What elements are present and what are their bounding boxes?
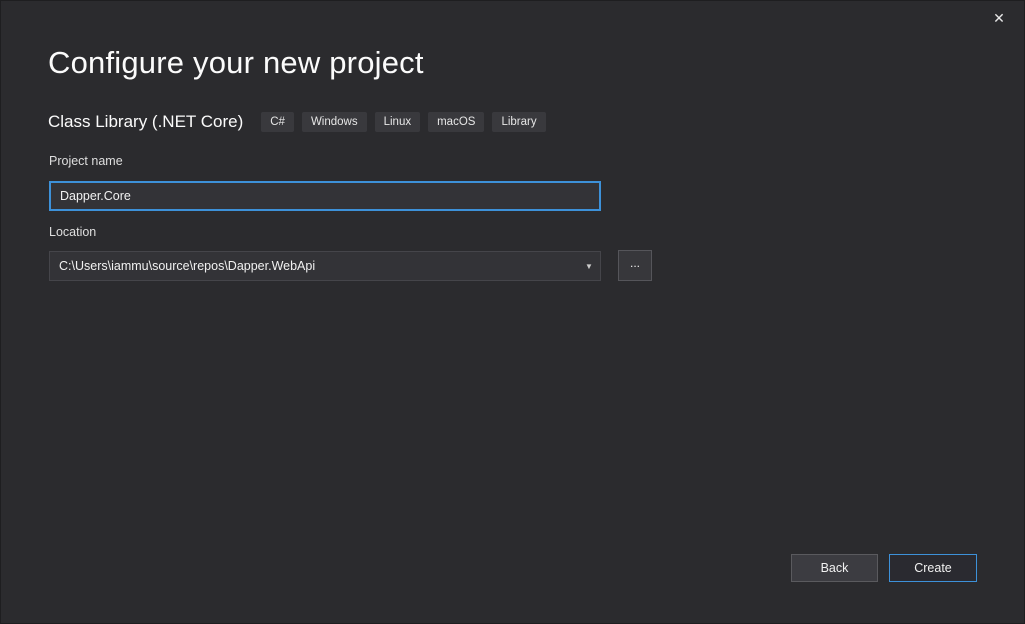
- project-type-name: Class Library (.NET Core): [48, 112, 243, 132]
- back-button[interactable]: Back: [791, 554, 878, 582]
- location-combobox[interactable]: C:\Users\iammu\source\repos\Dapper.WebAp…: [49, 251, 601, 281]
- tag-platform-linux: Linux: [375, 112, 421, 132]
- tag-language: C#: [261, 112, 294, 132]
- tag-platform-windows: Windows: [302, 112, 367, 132]
- project-name-label: Project name: [49, 154, 123, 168]
- project-name-input[interactable]: [49, 181, 601, 211]
- project-type-row: Class Library (.NET Core) C# Windows Lin…: [48, 109, 554, 135]
- create-button[interactable]: Create: [889, 554, 977, 582]
- location-value: C:\Users\iammu\source\repos\Dapper.WebAp…: [50, 259, 578, 273]
- configure-project-dialog: ✕ Configure your new project Class Libra…: [0, 0, 1025, 624]
- tag-category-library: Library: [492, 112, 545, 132]
- close-icon[interactable]: ✕: [984, 5, 1014, 31]
- chevron-down-icon[interactable]: ▼: [578, 262, 600, 271]
- location-label: Location: [49, 225, 96, 239]
- tag-platform-macos: macOS: [428, 112, 484, 132]
- browse-button[interactable]: ...: [618, 250, 652, 281]
- page-title: Configure your new project: [48, 45, 424, 81]
